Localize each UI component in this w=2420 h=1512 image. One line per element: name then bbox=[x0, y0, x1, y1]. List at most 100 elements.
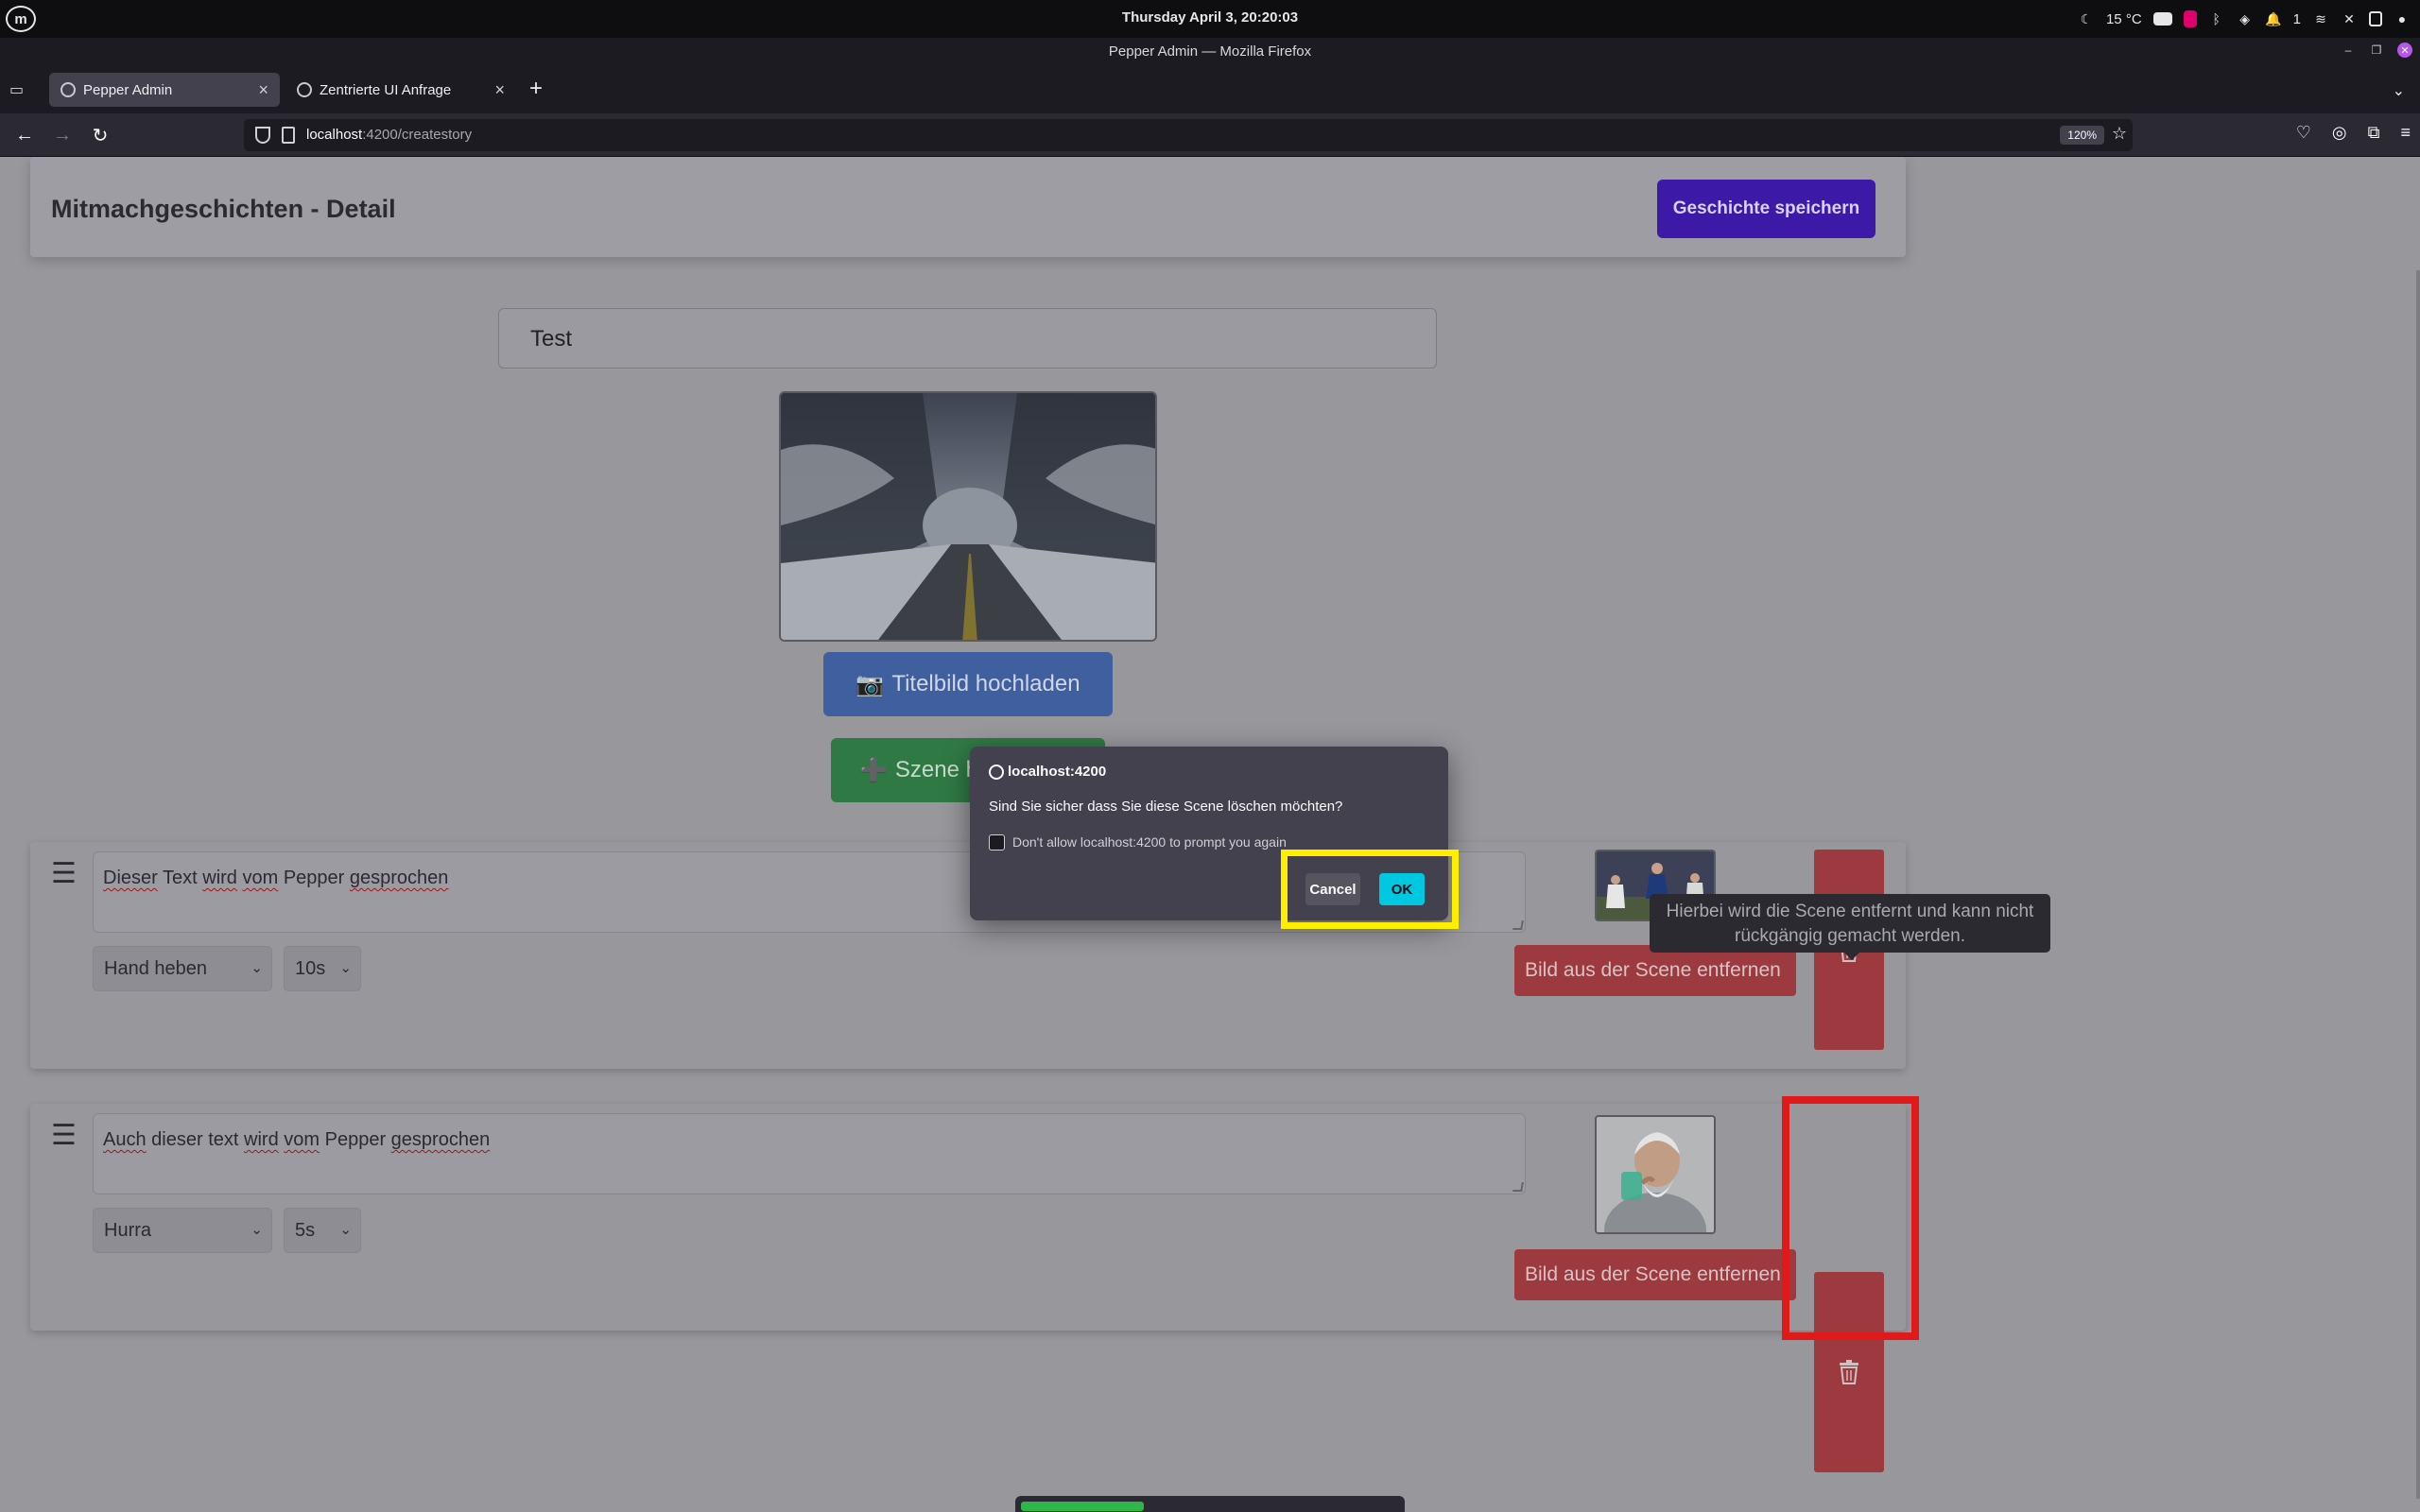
scene-text-word: Pepper bbox=[283, 868, 345, 888]
window-titlebar: Pepper Admin — Mozilla Firefox – ❐ ✕ bbox=[0, 38, 2420, 66]
tooltip-line-1: Hierbei wird die Scene entfernt und kann… bbox=[1666, 902, 2034, 921]
maximize-icon[interactable]: ❐ bbox=[2369, 43, 2384, 58]
action-select-value: Hurra bbox=[104, 1220, 152, 1241]
dialog-origin: localhost:4200 bbox=[989, 764, 1106, 780]
url-host: localhost bbox=[306, 127, 363, 143]
bluetooth-icon[interactable]: ᛒ bbox=[2208, 10, 2225, 27]
pocket-icon[interactable]: ♡ bbox=[2296, 123, 2311, 143]
chevron-down-icon: ⌄ bbox=[339, 1222, 352, 1238]
scene-text-word: Auch bbox=[103, 1129, 147, 1150]
window-title: Pepper Admin — Mozilla Firefox bbox=[1108, 43, 1312, 60]
action-select[interactable]: Hurra ⌄ bbox=[93, 1208, 272, 1253]
scene-text-word: vom bbox=[284, 1129, 320, 1150]
duration-select-value: 10s bbox=[295, 958, 326, 979]
discord-icon[interactable] bbox=[2152, 12, 2172, 26]
action-select-value: Hand heben bbox=[104, 958, 207, 979]
page-scrollbar[interactable] bbox=[2416, 270, 2420, 1499]
action-select[interactable]: Hand heben ⌄ bbox=[93, 946, 272, 991]
scene-text-word: dieser bbox=[151, 1129, 203, 1150]
scene-text-content: Dieser Text wird vom Pepper gesprochen bbox=[103, 868, 448, 888]
weather-text[interactable]: 15 °C bbox=[2106, 11, 2142, 27]
dont-allow-label[interactable]: Don't allow localhost:4200 to prompt you… bbox=[1012, 834, 1287, 850]
tooltip-arrow bbox=[1844, 953, 1859, 960]
page-header: Mitmachgeschichten - Detail Geschichte s… bbox=[30, 157, 1906, 257]
volume-muted-icon[interactable]: ✕ bbox=[2341, 10, 2358, 27]
remove-image-button[interactable]: Bild aus der Scene entfernen bbox=[1514, 1249, 1796, 1300]
tracking-shield-icon[interactable] bbox=[255, 127, 270, 144]
drag-handle-icon[interactable]: ☰ bbox=[51, 1119, 77, 1152]
scene-text-input[interactable]: Auch dieser text wird vom Pepper gesproc… bbox=[93, 1113, 1526, 1194]
duration-select[interactable]: 5s ⌄ bbox=[284, 1208, 361, 1253]
tab-strip: ▭ Pepper Admin × Zentrierte UI Anfrage ×… bbox=[0, 66, 2420, 113]
notification-count: 1 bbox=[2292, 10, 2301, 27]
bottom-progress-toast bbox=[1015, 1496, 1405, 1512]
scene-text-word: Dieser bbox=[103, 868, 158, 888]
scene-text-word: wird bbox=[202, 868, 237, 888]
dialog-origin-text: localhost:4200 bbox=[1008, 764, 1107, 780]
scene-card: ☰ Dieser Text wird vom Pepper gesprochen… bbox=[30, 842, 1906, 1069]
forward-icon[interactable]: → bbox=[50, 123, 75, 147]
yellow-highlight-box bbox=[1281, 850, 1459, 929]
reload-icon[interactable]: ↻ bbox=[88, 123, 112, 147]
tab-favicon-icon bbox=[297, 82, 312, 97]
snowy-road-image bbox=[781, 393, 1155, 640]
dont-allow-checkbox[interactable] bbox=[989, 834, 1005, 850]
resize-grip-icon[interactable] bbox=[1512, 920, 1524, 930]
drag-handle-icon[interactable]: ☰ bbox=[51, 857, 77, 890]
chevron-down-icon: ⌄ bbox=[339, 960, 352, 976]
page-info-icon[interactable] bbox=[282, 127, 295, 144]
toolbar-right: ♡ ◎ ⧉ ≡ bbox=[2296, 123, 2411, 143]
minimize-icon[interactable]: – bbox=[2341, 43, 2356, 58]
plus-icon: ➕ bbox=[859, 757, 888, 783]
scene-text-word: Text bbox=[163, 868, 198, 888]
trash-icon bbox=[1840, 1360, 1858, 1384]
battery-icon[interactable] bbox=[2369, 11, 2382, 26]
tab-list-chevron-icon[interactable]: ⌄ bbox=[2393, 81, 2405, 100]
tab-close-icon[interactable]: × bbox=[258, 80, 268, 100]
back-icon[interactable]: ← bbox=[12, 123, 37, 147]
scene-text-word: gesprochen bbox=[390, 1129, 491, 1150]
upload-cover-label: Titelbild hochladen bbox=[891, 671, 1080, 696]
page-title: Mitmachgeschichten - Detail bbox=[51, 195, 396, 223]
account-icon[interactable]: ◎ bbox=[2332, 123, 2347, 143]
zoom-level-badge[interactable]: 120% bbox=[2060, 126, 2104, 145]
tab-zentrierte-ui[interactable]: Zentrierte UI Anfrage × bbox=[285, 73, 516, 107]
firefox-view-icon[interactable]: ▭ bbox=[9, 80, 30, 99]
scene-card: ☰ Auch dieser text wird vom Pepper gespr… bbox=[30, 1104, 1906, 1472]
extensions-icon[interactable]: ⧉ bbox=[2368, 123, 2380, 143]
close-window-icon[interactable]: ✕ bbox=[2397, 43, 2412, 58]
remove-image-button[interactable]: Bild aus der Scene entfernen bbox=[1514, 945, 1796, 996]
notification-icon[interactable]: 🔔 bbox=[2265, 10, 2282, 27]
progress-bar-fill bbox=[1021, 1502, 1144, 1511]
os-menu-icon[interactable]: m bbox=[6, 6, 36, 32]
tab-label: Pepper Admin bbox=[83, 81, 173, 98]
tab-close-icon[interactable]: × bbox=[494, 80, 505, 100]
save-story-button[interactable]: Geschichte speichern bbox=[1657, 180, 1876, 238]
scene-text-word: text bbox=[208, 1129, 239, 1150]
app-tray-icon[interactable] bbox=[2183, 10, 2197, 27]
story-title-input[interactable]: Test bbox=[498, 308, 1437, 369]
url-text[interactable]: localhost:4200/createstory bbox=[306, 127, 472, 143]
add-scene-label: Szene h bbox=[894, 757, 978, 782]
url-path: :4200/createstory bbox=[362, 127, 473, 143]
bookmark-star-icon[interactable]: ☆ bbox=[2112, 124, 2127, 144]
cover-image bbox=[779, 391, 1157, 642]
os-clock[interactable]: Thursday April 3, 20:20:03 bbox=[1115, 9, 1305, 26]
new-tab-icon[interactable]: + bbox=[529, 77, 543, 100]
upload-cover-button[interactable]: 📷 Titelbild hochladen bbox=[823, 652, 1113, 716]
chevron-down-icon: ⌄ bbox=[251, 960, 263, 976]
url-bar[interactable]: localhost:4200/createstory 120% ☆ bbox=[244, 119, 2133, 151]
shield-tray-icon[interactable]: ◈ bbox=[2237, 10, 2254, 27]
duration-select[interactable]: 10s ⌄ bbox=[284, 946, 361, 991]
chevron-down-icon: ⌄ bbox=[251, 1222, 263, 1238]
resize-grip-icon[interactable] bbox=[1512, 1182, 1524, 1192]
scene-text-content: Auch dieser text wird vom Pepper gesproc… bbox=[103, 1129, 490, 1150]
scene-text-word: wird bbox=[244, 1129, 279, 1150]
navigation-toolbar: ← → ↻ localhost:4200/createstory 120% ☆ … bbox=[0, 113, 2420, 157]
night-mode-icon[interactable]: ☾ bbox=[2078, 10, 2095, 27]
wifi-icon[interactable]: ≋ bbox=[2312, 10, 2329, 27]
tab-pepper-admin[interactable]: Pepper Admin × bbox=[49, 73, 280, 107]
user-icon[interactable]: ● bbox=[2394, 10, 2411, 27]
menu-icon[interactable]: ≡ bbox=[2400, 123, 2411, 143]
os-top-bar: m Thursday April 3, 20:20:03 ☾ 15 °C ᛒ ◈… bbox=[0, 0, 2420, 38]
